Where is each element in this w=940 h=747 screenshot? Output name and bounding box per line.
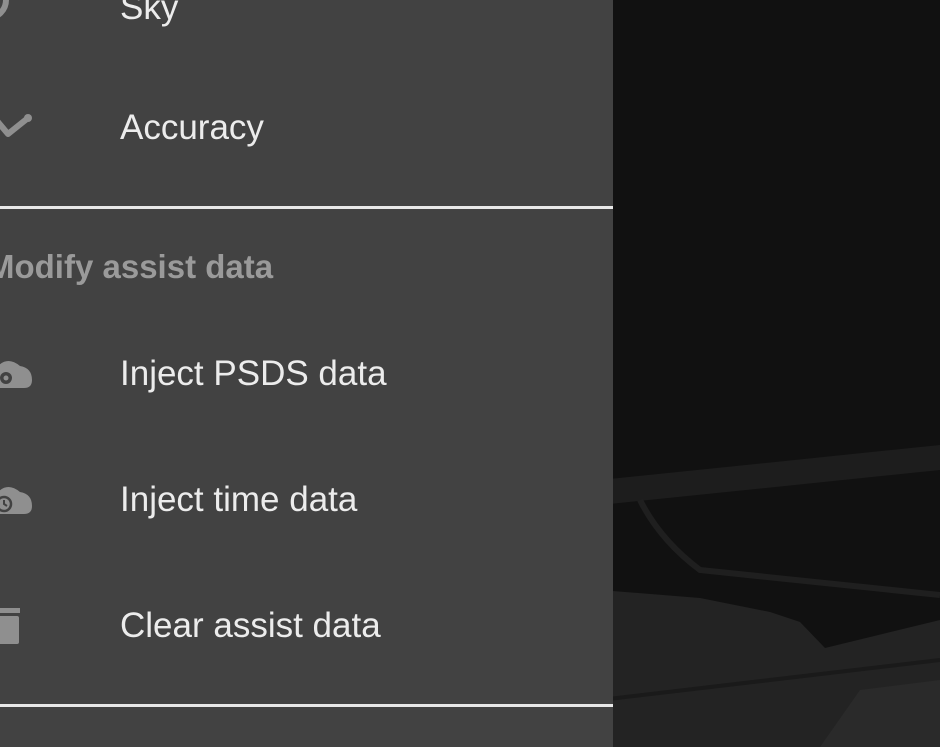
menu-item-accuracy-label: Accuracy bbox=[120, 108, 264, 147]
menu-item-accuracy[interactable]: Accuracy bbox=[0, 80, 613, 176]
menu-item-clear-assist-label: Clear assist data bbox=[120, 606, 381, 645]
menu-item-sky-label: Sky bbox=[120, 0, 179, 27]
trash-icon bbox=[0, 606, 34, 646]
drawer-divider bbox=[0, 206, 613, 209]
menu-item-inject-psds-label: Inject PSDS data bbox=[120, 354, 387, 393]
accuracy-icon bbox=[0, 108, 34, 148]
section-header-modify-assist-data: Modify assist data bbox=[0, 248, 274, 285]
menu-item-inject-psds-data[interactable]: Inject PSDS data bbox=[0, 326, 613, 422]
drawer-divider-bottom bbox=[0, 704, 613, 707]
menu-item-inject-time-data[interactable]: Inject time data bbox=[0, 452, 613, 548]
cloud-gear-icon bbox=[0, 354, 34, 394]
cloud-clock-icon bbox=[0, 480, 34, 520]
sky-icon bbox=[0, 0, 34, 28]
menu-item-clear-assist-data[interactable]: Clear assist data bbox=[0, 578, 613, 674]
navigation-drawer: Sky Accuracy Modify assist data Inject P… bbox=[0, 0, 613, 747]
menu-item-sky[interactable]: Sky bbox=[0, 0, 613, 56]
menu-item-inject-time-label: Inject time data bbox=[120, 480, 358, 519]
